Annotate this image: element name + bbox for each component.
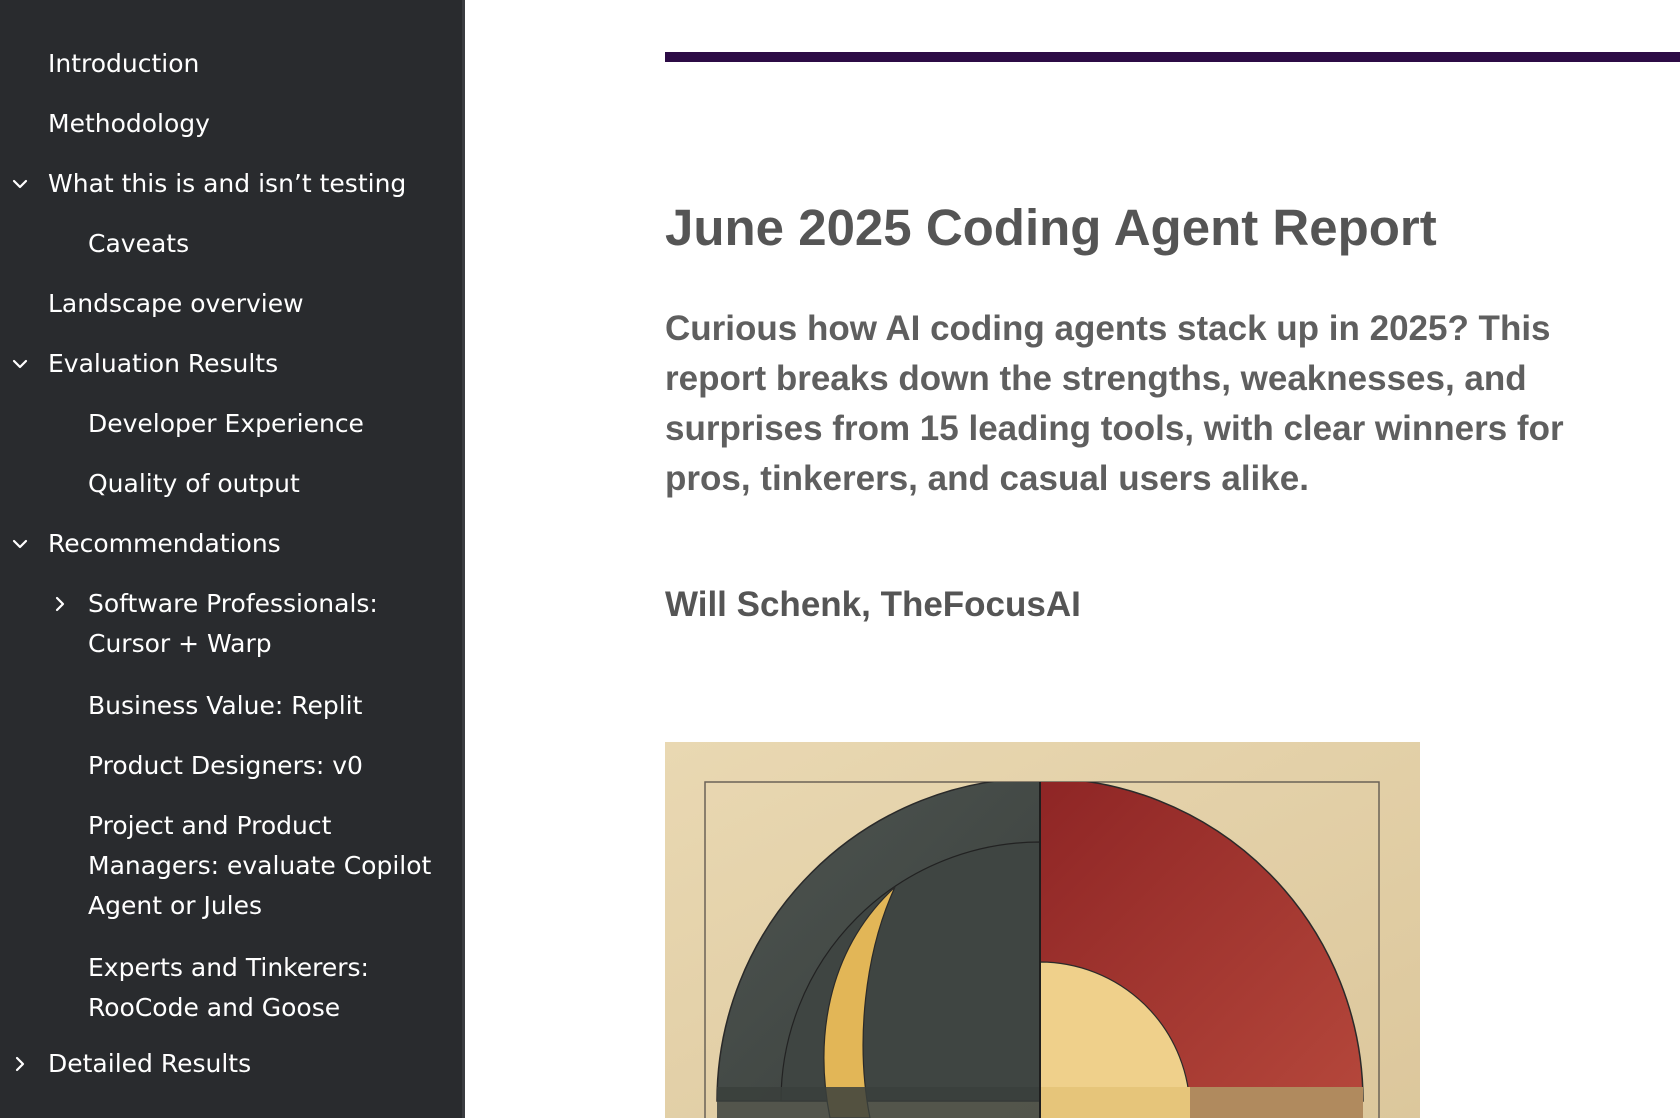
toc-item-label: Evaluation Results [48,349,279,378]
toc-item-label: Landscape overview [48,289,304,318]
report-content: June 2025 Coding Agent Report Curious ho… [468,0,1680,1118]
page-title: June 2025 Coding Agent Report [665,199,1437,256]
toc-item-label: Recommendations [48,529,281,558]
accent-divider [665,52,1680,62]
toc-item-label: Software Professionals: Cursor + Warp [88,589,378,658]
author-byline: Will Schenk, TheFocusAI [665,585,1081,624]
toc-item-label: Product Designers: v0 [88,751,363,780]
toc-item-label: Detailed Results [48,1049,252,1078]
report-summary: Curious how AI coding agents stack up in… [665,309,1564,498]
table-of-contents-sidebar: Introduction Methodology What this is an… [0,0,465,1118]
chevron-down-icon[interactable] [9,164,31,204]
chevron-right-icon[interactable] [9,1044,31,1084]
toc-item-label: Introduction [48,49,200,78]
hero-artwork-image [665,742,1420,1118]
chevron-right-icon[interactable] [49,584,71,624]
chevron-down-icon[interactable] [9,344,31,384]
toc-item-label: Business Value: Replit [88,691,363,720]
toc-item-label: Developer Experience [88,409,364,438]
chevron-down-icon[interactable] [9,524,31,564]
toc-item-label: Caveats [88,229,190,258]
toc-item-label: Project and Product Managers: evaluate C… [88,811,432,920]
toc-item-label: Experts and Tinkerers: RooCode and Goose [88,953,369,1022]
toc-item-label: Quality of output [88,469,300,498]
toc-item-label: What this is and isn’t testing [48,169,407,198]
toc-item-label: Methodology [48,109,210,138]
